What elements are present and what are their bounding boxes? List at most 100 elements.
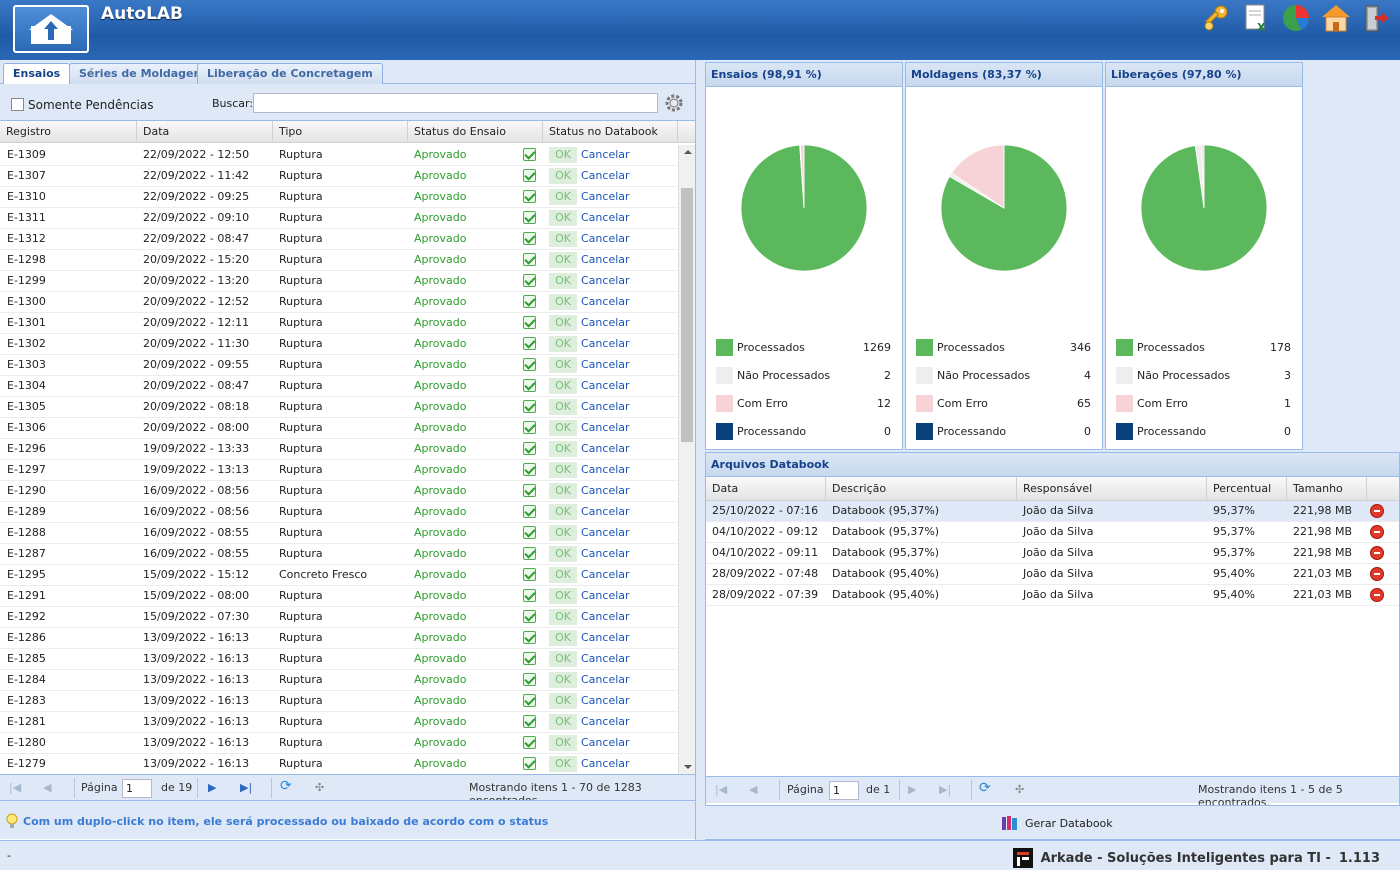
search-options-gear-icon[interactable]: [663, 92, 685, 114]
table-row[interactable]: E-1279 13/09/2022 - 16:13 Ruptura Aprovado O…: [0, 754, 678, 774]
cancel-link[interactable]: Cancelar: [581, 754, 630, 774]
cancel-link[interactable]: Cancelar: [581, 271, 630, 291]
cancel-link[interactable]: Cancelar: [581, 460, 630, 480]
col-status-databook[interactable]: Status no Databook: [543, 121, 678, 143]
table-row[interactable]: E-1298 20/09/2022 - 15:20 Ruptura Aprovado O…: [0, 250, 678, 271]
table-row[interactable]: 28/09/2022 - 07:48 Databook (95,40%) João …: [706, 564, 1399, 585]
cancel-link[interactable]: Cancelar: [581, 313, 630, 333]
delete-icon[interactable]: [1370, 525, 1384, 539]
table-row[interactable]: E-1287 16/09/2022 - 08:55 Ruptura Aprovado O…: [0, 544, 678, 565]
col-status-ensaio[interactable]: Status do Ensaio: [408, 121, 543, 143]
cancel-link[interactable]: Cancelar: [581, 649, 630, 669]
table-row[interactable]: E-1309 22/09/2022 - 12:50 Ruptura Aprovado O…: [0, 145, 678, 166]
pending-only-checkbox[interactable]: [11, 98, 24, 111]
cancel-link[interactable]: Cancelar: [581, 208, 630, 228]
col-db-data[interactable]: Data: [706, 477, 826, 501]
cancel-link[interactable]: Cancelar: [581, 229, 630, 249]
table-row[interactable]: 28/09/2022 - 07:39 Databook (95,40%) João …: [706, 585, 1399, 606]
cancel-link[interactable]: Cancelar: [581, 481, 630, 501]
table-row[interactable]: E-1290 16/09/2022 - 08:56 Ruptura Aprovado O…: [0, 481, 678, 502]
ensaios-scrollbar[interactable]: [678, 145, 695, 774]
next-page-icon[interactable]: ▶: [208, 781, 216, 794]
table-row[interactable]: E-1302 20/09/2022 - 11:30 Ruptura Aprovado O…: [0, 334, 678, 355]
cancel-link[interactable]: Cancelar: [581, 691, 630, 711]
db-next-page-icon[interactable]: ▶: [908, 783, 916, 796]
table-row[interactable]: E-1297 19/09/2022 - 13:13 Ruptura Aprovado O…: [0, 460, 678, 481]
delete-icon[interactable]: [1370, 588, 1384, 602]
table-row[interactable]: E-1291 15/09/2022 - 08:00 Ruptura Aprovado O…: [0, 586, 678, 607]
delete-icon[interactable]: [1370, 567, 1384, 581]
search-input[interactable]: [253, 93, 658, 113]
cancel-link[interactable]: Cancelar: [581, 544, 630, 564]
col-db-descricao[interactable]: Descrição: [826, 477, 1017, 501]
table-row[interactable]: E-1300 20/09/2022 - 12:52 Ruptura Aprovado O…: [0, 292, 678, 313]
logout-icon[interactable]: [1360, 2, 1392, 34]
cancel-link[interactable]: Cancelar: [581, 166, 630, 186]
db-last-page-icon[interactable]: ▶|: [939, 783, 951, 796]
db-refresh-icon[interactable]: ⟳: [979, 780, 991, 796]
table-row[interactable]: E-1312 22/09/2022 - 08:47 Ruptura Aprovado O…: [0, 229, 678, 250]
table-row[interactable]: E-1310 22/09/2022 - 09:25 Ruptura Aprovado O…: [0, 187, 678, 208]
cancel-link[interactable]: Cancelar: [581, 565, 630, 585]
scroll-up-arrow-icon[interactable]: [684, 150, 692, 154]
cancel-link[interactable]: Cancelar: [581, 418, 630, 438]
table-row[interactable]: E-1286 13/09/2022 - 16:13 Ruptura Aprovado O…: [0, 628, 678, 649]
cancel-link[interactable]: Cancelar: [581, 586, 630, 606]
table-row[interactable]: E-1306 20/09/2022 - 08:00 Ruptura Aprovado O…: [0, 418, 678, 439]
table-row[interactable]: 25/10/2022 - 07:16 Databook (95,37%) João …: [706, 501, 1399, 522]
table-row[interactable]: E-1281 13/09/2022 - 16:13 Ruptura Aprovado O…: [0, 712, 678, 733]
table-row[interactable]: E-1304 20/09/2022 - 08:47 Ruptura Aprovado O…: [0, 376, 678, 397]
clear-filter-icon[interactable]: ✣: [315, 781, 324, 794]
table-row[interactable]: E-1285 13/09/2022 - 16:13 Ruptura Aprovado O…: [0, 649, 678, 670]
prev-page-icon[interactable]: ◀: [43, 781, 51, 794]
col-tipo[interactable]: Tipo: [273, 121, 408, 143]
cancel-link[interactable]: Cancelar: [581, 670, 630, 690]
cancel-link[interactable]: Cancelar: [581, 376, 630, 396]
pie-chart-icon[interactable]: [1280, 2, 1312, 34]
table-row[interactable]: E-1292 15/09/2022 - 07:30 Ruptura Aprovado O…: [0, 607, 678, 628]
home-icon[interactable]: [1320, 2, 1352, 34]
db-page-number-input[interactable]: 1: [829, 781, 859, 800]
cancel-link[interactable]: Cancelar: [581, 733, 630, 753]
tab-series-moldagem[interactable]: Séries de Moldagem: [69, 63, 215, 84]
col-registro[interactable]: Registro: [0, 121, 137, 143]
db-prev-page-icon[interactable]: ◀: [749, 783, 757, 796]
last-page-icon[interactable]: ▶|: [240, 781, 252, 794]
table-row[interactable]: E-1311 22/09/2022 - 09:10 Ruptura Aprovado O…: [0, 208, 678, 229]
table-row[interactable]: E-1305 20/09/2022 - 08:18 Ruptura Aprovado O…: [0, 397, 678, 418]
generate-databook-button[interactable]: Gerar Databook: [1001, 813, 1113, 833]
db-clear-filter-icon[interactable]: ✣: [1015, 783, 1024, 796]
table-row[interactable]: E-1283 13/09/2022 - 16:13 Ruptura Aprovado O…: [0, 691, 678, 712]
delete-icon[interactable]: [1370, 546, 1384, 560]
col-data[interactable]: Data: [137, 121, 273, 143]
cancel-link[interactable]: Cancelar: [581, 502, 630, 522]
col-db-tamanho[interactable]: Tamanho: [1287, 477, 1367, 501]
table-row[interactable]: E-1303 20/09/2022 - 09:55 Ruptura Aprovado O…: [0, 355, 678, 376]
delete-icon[interactable]: [1370, 504, 1384, 518]
table-row[interactable]: E-1289 16/09/2022 - 08:56 Ruptura Aprovado O…: [0, 502, 678, 523]
scroll-down-arrow-icon[interactable]: [684, 765, 692, 769]
key-icon[interactable]: [1200, 2, 1232, 34]
tab-liberacao-concretagem[interactable]: Liberação de Concretagem: [197, 63, 383, 84]
cancel-link[interactable]: Cancelar: [581, 712, 630, 732]
table-row[interactable]: E-1295 15/09/2022 - 15:12 Concreto Fresco A…: [0, 565, 678, 586]
first-page-icon[interactable]: |◀: [9, 781, 21, 794]
table-row[interactable]: E-1284 13/09/2022 - 16:13 Ruptura Aprovado O…: [0, 670, 678, 691]
col-db-percentual[interactable]: Percentual: [1207, 477, 1287, 501]
cancel-link[interactable]: Cancelar: [581, 607, 630, 627]
table-row[interactable]: E-1299 20/09/2022 - 13:20 Ruptura Aprovado O…: [0, 271, 678, 292]
table-row[interactable]: 04/10/2022 - 09:12 Databook (95,37%) João …: [706, 522, 1399, 543]
scroll-thumb[interactable]: [681, 188, 693, 442]
cancel-link[interactable]: Cancelar: [581, 523, 630, 543]
cancel-link[interactable]: Cancelar: [581, 334, 630, 354]
col-db-responsavel[interactable]: Responsável: [1017, 477, 1207, 501]
excel-export-icon[interactable]: X: [1240, 2, 1272, 34]
table-row[interactable]: 04/10/2022 - 09:11 Databook (95,37%) João …: [706, 543, 1399, 564]
table-row[interactable]: E-1296 19/09/2022 - 13:33 Ruptura Aprovado O…: [0, 439, 678, 460]
cancel-link[interactable]: Cancelar: [581, 292, 630, 312]
table-row[interactable]: E-1307 22/09/2022 - 11:42 Ruptura Aprovado O…: [0, 166, 678, 187]
refresh-icon[interactable]: ⟳: [280, 778, 292, 794]
table-row[interactable]: E-1288 16/09/2022 - 08:55 Ruptura Aprovado O…: [0, 523, 678, 544]
cancel-link[interactable]: Cancelar: [581, 187, 630, 207]
cancel-link[interactable]: Cancelar: [581, 355, 630, 375]
